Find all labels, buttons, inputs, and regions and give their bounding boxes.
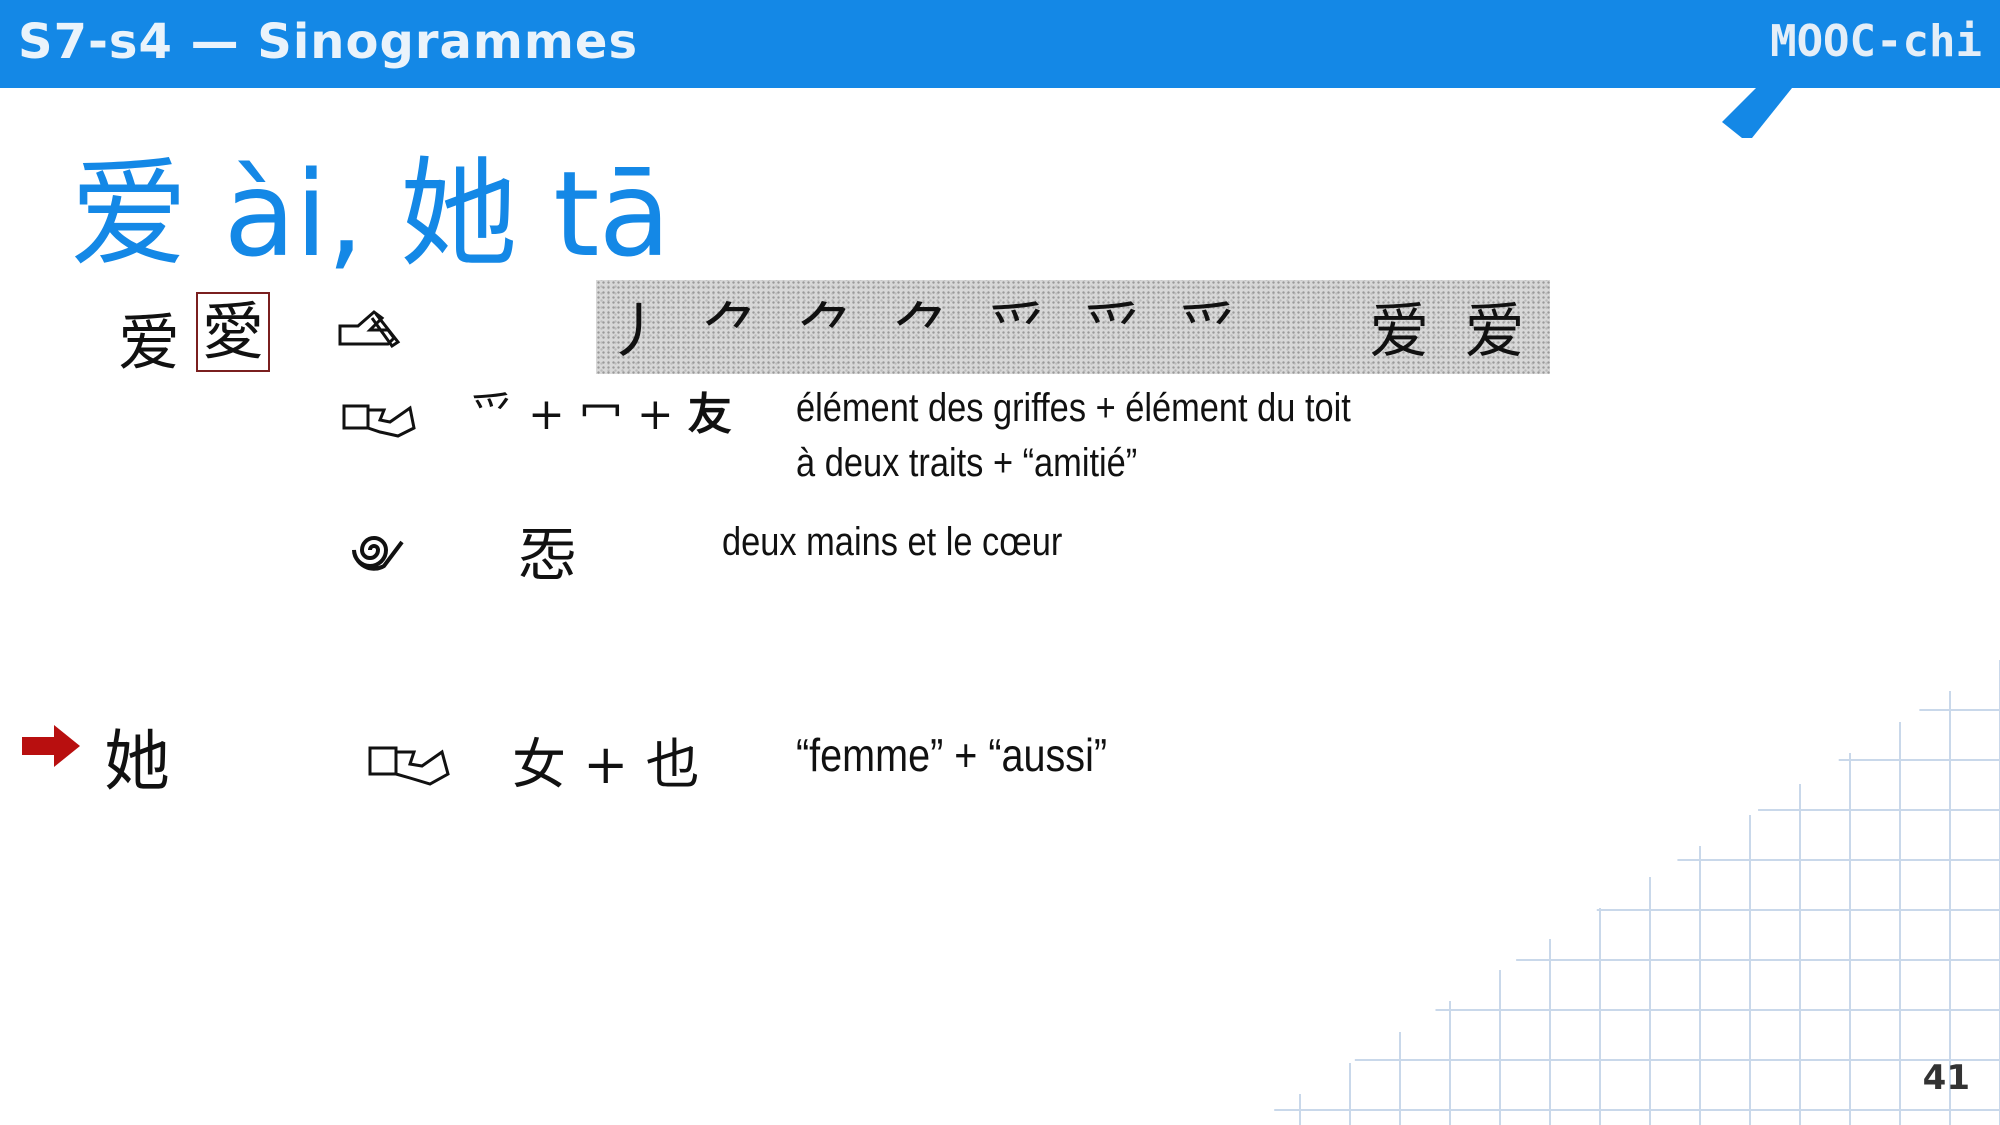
slide-title: 爱 ài, 她 tā — [70, 118, 670, 289]
brand-label: MOOC-chi — [1770, 16, 1982, 67]
plus-sign: + — [637, 389, 674, 440]
stroke-order-sequence: 丿⺈⺈⺈爫爫爫 𤓯 爱爱 — [596, 280, 1550, 374]
part-roof: 冖 — [579, 389, 623, 440]
stroke-step-9: 爱 — [1369, 297, 1429, 367]
part-woman: 女 — [512, 733, 566, 796]
stroke-step-6: 爫 — [1083, 297, 1143, 367]
stroke-step-5: 爫 — [988, 297, 1048, 367]
part-friend: 友 — [688, 389, 732, 440]
plus-sign: + — [528, 389, 565, 440]
ai-explanation-line2: à deux traits + “amitié” — [796, 441, 1137, 486]
ai-ancient-form: 㤅 — [518, 508, 576, 592]
red-arrow-icon — [22, 725, 82, 767]
stroke-step-1: 丿 — [606, 297, 666, 367]
stroke-step-4: ⺈ — [892, 297, 952, 367]
stroke-step-7: 爫 — [1178, 297, 1238, 367]
ta-char: 她 — [104, 708, 170, 804]
ta-composition-parts: 女 + 也 — [512, 720, 700, 799]
title-pinyin-ta: tā — [553, 145, 670, 283]
title-pinyin-ai: ài, — [224, 145, 364, 283]
pointing-hands-icon — [366, 740, 452, 788]
plus-sign: + — [583, 733, 628, 796]
writing-hand-icon — [336, 304, 406, 354]
section-title: S7-s4 — Sinogrammes — [18, 14, 638, 70]
spiral-icon — [344, 524, 408, 574]
page-number: 41 — [1923, 1058, 1970, 1098]
stroke-step-10: 爱 — [1465, 297, 1525, 367]
ai-explanation-line1: élément des griffes + élément du toit — [796, 386, 1351, 431]
title-char-ta: 她 — [400, 145, 517, 283]
stroke-step-2: ⺈ — [701, 297, 761, 367]
pointing-hands-icon — [340, 398, 418, 440]
stroke-step-3: ⺈ — [797, 297, 857, 367]
ai-origin-explanation: deux mains et le cœur — [722, 520, 1062, 565]
title-char-ai: 爱 — [70, 145, 187, 283]
stroke-order-panel: 丿⺈⺈⺈爫爫爫 𤓯 爱爱 — [596, 280, 1550, 374]
part-also: 也 — [646, 733, 700, 796]
ai-simplified-char: 爱 — [118, 292, 180, 382]
ta-explanation: “femme” + “aussi” — [796, 728, 1107, 782]
ai-traditional-char: 愛 — [196, 292, 270, 372]
header-bar: S7-s4 — Sinogrammes MOOC-chi — [0, 0, 2000, 88]
part-claw: 爫 — [470, 389, 514, 440]
corner-tab-decoration — [1722, 88, 1792, 148]
ai-composition-parts: 爫 + 冖 + 友 — [470, 378, 732, 442]
